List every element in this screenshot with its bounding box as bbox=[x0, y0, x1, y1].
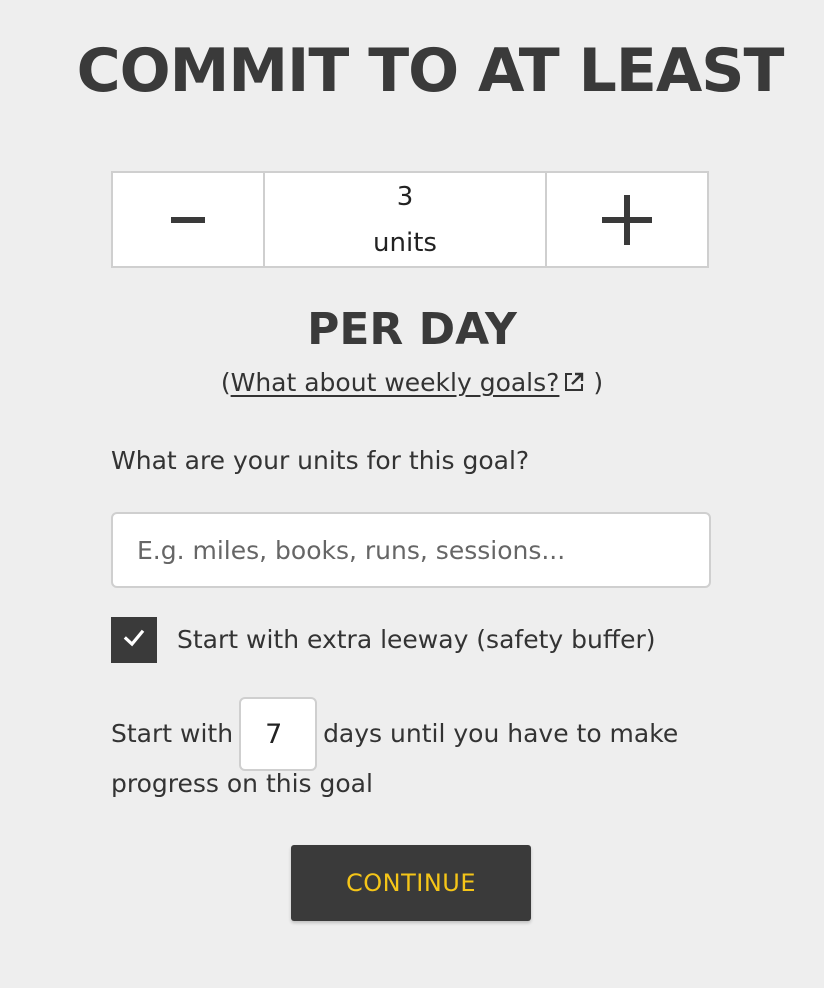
plus-icon bbox=[602, 194, 652, 245]
units-label: What are your units for this goal? bbox=[111, 446, 530, 475]
minus-icon bbox=[171, 216, 205, 223]
buffer-days-sentence: Start with days until you have to make p… bbox=[111, 694, 731, 814]
buffer-suffix: days until you have to make bbox=[323, 719, 679, 748]
checkmark-icon bbox=[122, 626, 146, 654]
weekly-goals-link-label: What about weekly goals? bbox=[230, 368, 560, 397]
weekly-goals-help: (What about weekly goals? ) bbox=[0, 366, 824, 402]
goal-rate-stepper: 3 units bbox=[111, 171, 709, 268]
page-title: COMMIT TO AT LEAST bbox=[76, 36, 785, 106]
external-link-icon bbox=[563, 368, 585, 402]
stepper-value-display: 3 units bbox=[265, 173, 545, 266]
rate-period-label: PER DAY bbox=[307, 304, 517, 355]
units-input[interactable] bbox=[111, 512, 711, 588]
leeway-checkbox[interactable] bbox=[111, 617, 157, 663]
decrement-button[interactable] bbox=[113, 173, 265, 266]
stepper-unit-label: units bbox=[373, 227, 437, 258]
continue-button[interactable]: CONTINUE bbox=[291, 845, 531, 921]
paren-open: ( bbox=[220, 368, 231, 397]
leeway-option: Start with extra leeway (safety buffer) bbox=[111, 617, 655, 663]
increment-button[interactable] bbox=[545, 173, 707, 266]
weekly-goals-link[interactable]: What about weekly goals? bbox=[231, 368, 586, 397]
paren-close: ) bbox=[593, 368, 604, 397]
leeway-label: Start with extra leeway (safety buffer) bbox=[177, 625, 656, 654]
stepper-value: 3 bbox=[396, 181, 414, 212]
